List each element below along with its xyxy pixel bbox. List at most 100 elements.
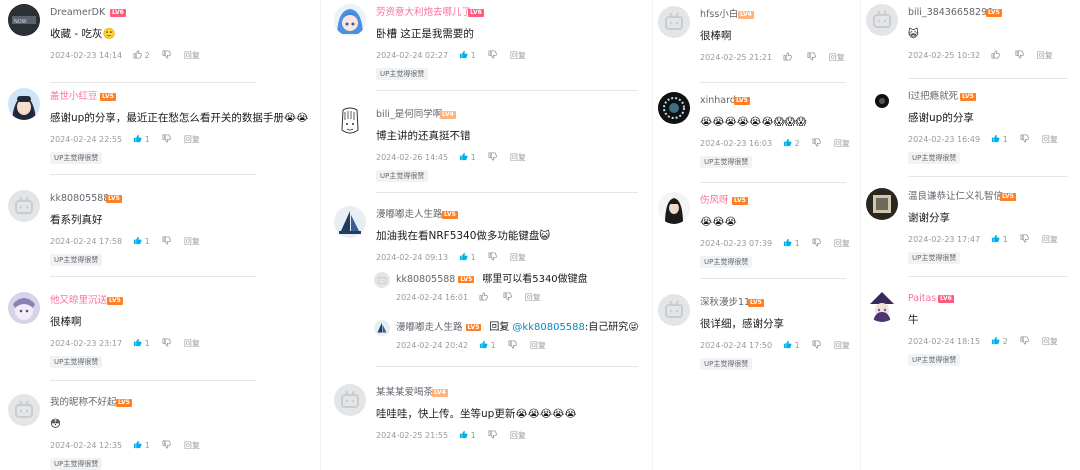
comment-username[interactable]: kk80805588 — [50, 193, 109, 205]
thumbs-down-icon[interactable] — [488, 152, 498, 161]
default-tv-avatar[interactable] — [658, 294, 690, 326]
thumbs-up-icon[interactable] — [783, 238, 792, 247]
comment-username[interactable]: xinhard — [700, 95, 736, 107]
thumbs-down-icon[interactable] — [812, 340, 822, 349]
sailboat-avatar[interactable] — [374, 320, 390, 336]
thumbs-down-icon[interactable] — [807, 52, 817, 61]
reply-button[interactable]: 回复 — [510, 152, 526, 164]
thumbs-down-icon[interactable] — [162, 440, 172, 449]
thumbs-up-icon[interactable] — [133, 50, 142, 59]
thumbs-down-icon[interactable] — [1020, 336, 1030, 345]
reply-button[interactable]: 回复 — [510, 50, 526, 62]
comment-username[interactable]: 他又晾里沉送 — [50, 295, 107, 307]
thumbs-up-icon[interactable] — [479, 292, 488, 301]
default-tv-avatar[interactable] — [8, 190, 40, 222]
comment-username[interactable]: bili_是何同学啊 — [376, 109, 442, 121]
comment-username[interactable]: l过把瘾就死 — [908, 91, 958, 103]
thumbs-up-icon[interactable] — [991, 234, 1000, 243]
reply-username-link[interactable]: kk80805588 — [396, 274, 455, 285]
reply-button[interactable]: 回复 — [184, 236, 200, 248]
reply-button[interactable]: 回复 — [1037, 50, 1053, 62]
thumbs-down-icon[interactable] — [1015, 50, 1025, 59]
comment-username[interactable]: hfss小白 — [700, 9, 738, 21]
thumbs-up-icon[interactable] — [133, 338, 142, 347]
reply-button[interactable]: 回复 — [1042, 234, 1058, 246]
thumbs-down-icon[interactable] — [812, 238, 822, 247]
thumbs-up-icon[interactable] — [783, 138, 792, 147]
thumbs-down-icon[interactable] — [503, 292, 513, 301]
comment-username[interactable]: 漫嘟嘟走人生路 — [376, 209, 443, 221]
sailboat-avatar[interactable] — [334, 206, 366, 238]
framed-photo-avatar[interactable] — [866, 188, 898, 220]
thumbs-down-icon[interactable] — [1020, 234, 1030, 243]
dark-photo-avatar[interactable]: NOW — [8, 4, 40, 36]
divider — [50, 82, 256, 83]
thumbs-up-icon[interactable] — [459, 252, 468, 261]
reply-button[interactable]: 回复 — [184, 50, 200, 62]
thumbs-down-icon[interactable] — [812, 138, 822, 147]
anime-purple-avatar[interactable] — [8, 292, 40, 324]
thumbs-up-icon[interactable] — [133, 440, 142, 449]
mention-link[interactable]: @kk80805588 — [512, 322, 584, 333]
thumbs-up-icon[interactable] — [459, 430, 468, 439]
thumbs-up-icon[interactable] — [783, 340, 792, 349]
default-tv-avatar[interactable] — [374, 272, 390, 288]
reply-button[interactable]: 回复 — [1042, 336, 1058, 348]
thumbs-down-icon[interactable] — [508, 340, 518, 349]
thumbs-up-icon[interactable] — [783, 52, 792, 61]
reply-button[interactable]: 回复 — [510, 430, 526, 442]
reply-button[interactable]: 回复 — [834, 340, 850, 352]
reply-button[interactable]: 回复 — [510, 252, 526, 264]
thumbs-up-icon[interactable] — [479, 340, 488, 349]
black-dot-avatar[interactable] — [866, 88, 898, 120]
thumbs-down-icon[interactable] — [162, 134, 172, 143]
comment-username[interactable]: bili_38436658290 — [908, 7, 993, 19]
default-tv-avatar[interactable] — [334, 384, 366, 416]
default-tv-avatar[interactable] — [866, 4, 898, 36]
comment-username[interactable]: 温良谦恭让仁义礼智信 — [908, 191, 1003, 203]
comment-item: 伤风呀 LV5 😭😭😭 2024-02-23 07:39 1 回复 UP主觉得很… — [658, 192, 854, 282]
anime-hat-avatar[interactable] — [866, 290, 898, 322]
anime-blue-avatar[interactable] — [334, 4, 366, 36]
comment-username[interactable]: 盖世小红豆 — [50, 91, 98, 103]
comment-username[interactable]: 我的昵称不好起 — [50, 397, 117, 409]
thumbs-up-icon[interactable] — [133, 134, 142, 143]
reply-button[interactable]: 回复 — [829, 52, 845, 64]
thumbs-up-icon[interactable] — [991, 336, 1000, 345]
thumbs-down-icon[interactable] — [162, 236, 172, 245]
reply-button[interactable]: 回复 — [525, 292, 541, 304]
comment-username[interactable]: 某某某爱喝茶 — [376, 387, 433, 399]
comment-username[interactable]: 劳资意大利炮去哪儿了 — [376, 7, 471, 19]
thumbs-up-icon[interactable] — [991, 134, 1000, 143]
thumbs-down-icon[interactable] — [162, 338, 172, 347]
reply-button[interactable]: 回复 — [1042, 134, 1058, 146]
thumbs-up-icon[interactable] — [991, 50, 1000, 59]
reply-button[interactable]: 回复 — [184, 134, 200, 146]
reply-button[interactable]: 回复 — [184, 338, 200, 350]
thumbs-down-icon[interactable] — [1020, 134, 1030, 143]
dark-hair-avatar[interactable] — [658, 192, 690, 224]
thumbs-down-icon[interactable] — [488, 252, 498, 261]
thumbs-down-icon[interactable] — [488, 50, 498, 59]
comment-text: 哇哇哇，快上传。坐等up更新😭😭😭😭😭 — [376, 408, 577, 420]
reply-button[interactable]: 回复 — [834, 238, 850, 250]
comment-username[interactable]: 伤风呀 — [700, 195, 729, 207]
comment-username[interactable]: 深秋漫步11 — [700, 297, 750, 309]
reply-button[interactable]: 回复 — [530, 340, 546, 352]
default-tv-avatar[interactable] — [8, 394, 40, 426]
default-tv-avatar[interactable] — [658, 6, 690, 38]
thumbs-down-icon[interactable] — [488, 430, 498, 439]
reply-button[interactable]: 回复 — [834, 138, 850, 150]
divider — [50, 276, 256, 277]
anime-girl-avatar[interactable] — [8, 88, 40, 120]
thumbs-down-icon[interactable] — [162, 50, 172, 59]
ring-logo-avatar[interactable] — [658, 92, 690, 124]
comment-username[interactable]: Paitas — [908, 293, 936, 305]
reply-username-link[interactable]: 漫嘟嘟走人生路 — [396, 322, 463, 333]
sketch-face-avatar[interactable] — [334, 106, 366, 138]
thumbs-up-icon[interactable] — [459, 50, 468, 59]
reply-button[interactable]: 回复 — [184, 440, 200, 452]
comment-username[interactable]: DreamerDK — [50, 7, 105, 19]
thumbs-up-icon[interactable] — [459, 152, 468, 161]
thumbs-up-icon[interactable] — [133, 236, 142, 245]
